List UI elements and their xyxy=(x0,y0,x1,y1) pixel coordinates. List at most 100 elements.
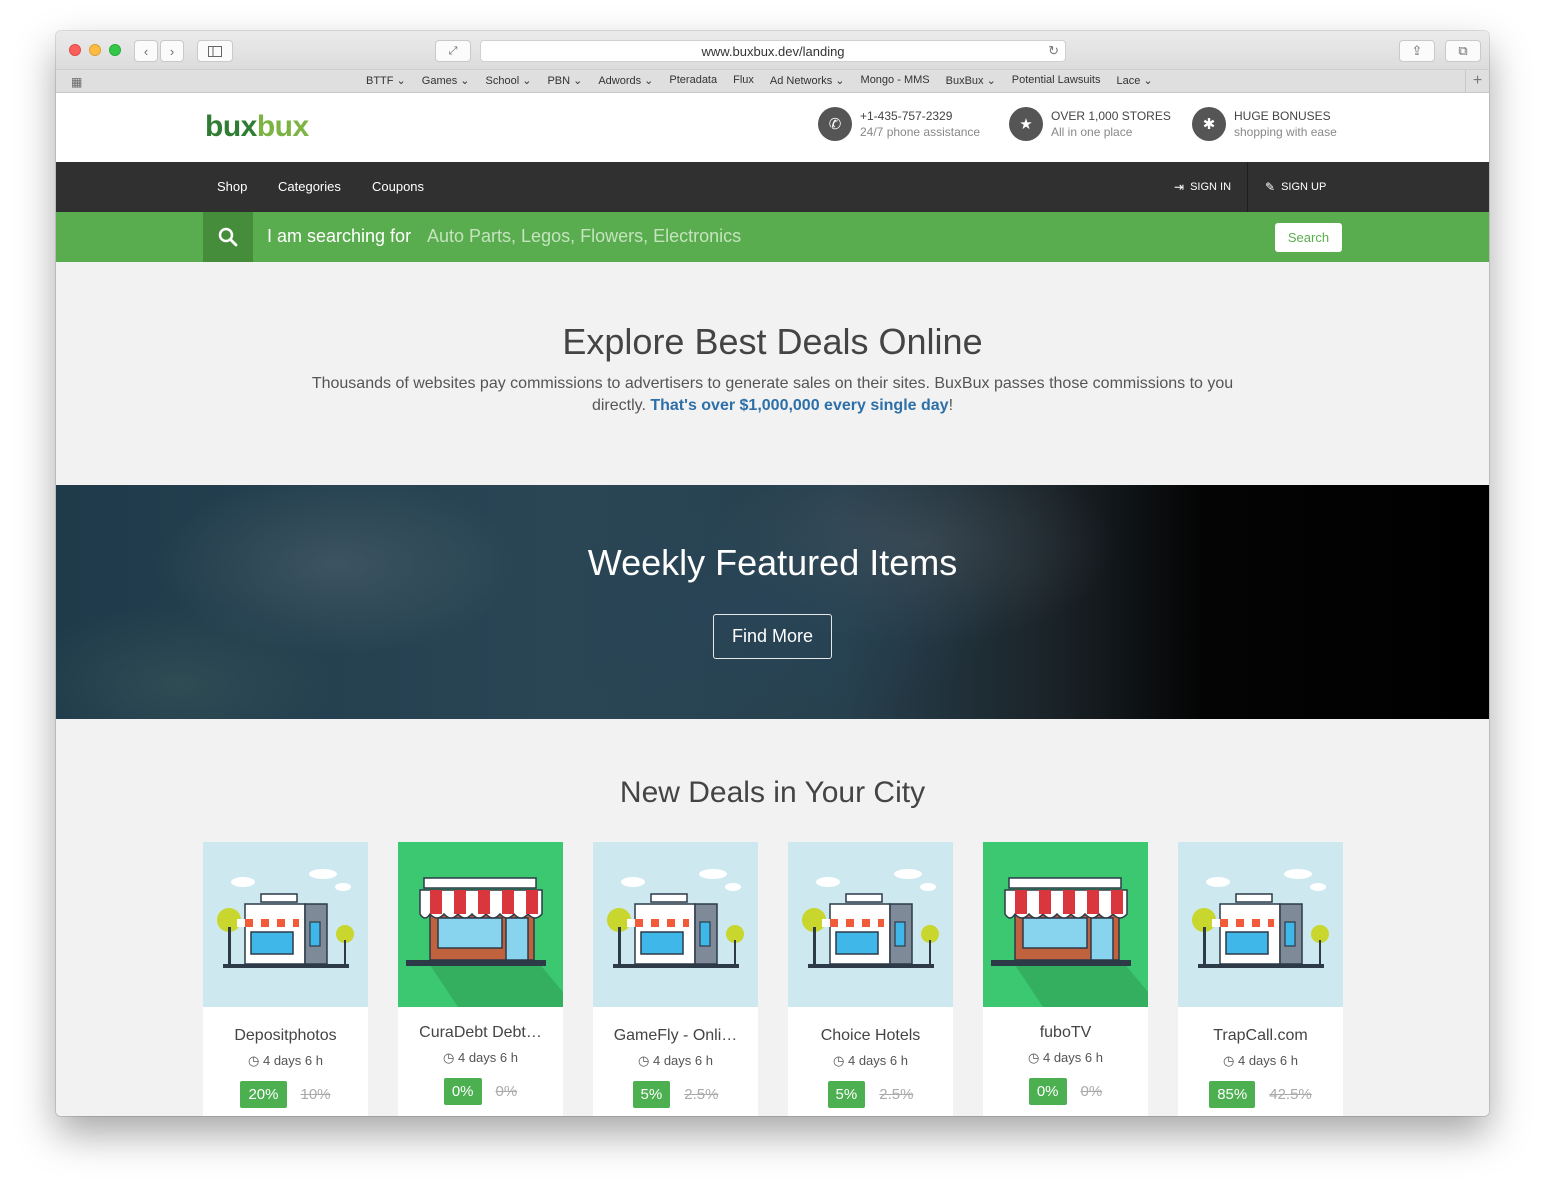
old-rate: 2.5% xyxy=(684,1086,719,1103)
deal-time: ◷ 4 days 6 h xyxy=(833,1053,908,1068)
nav-divider xyxy=(1247,162,1248,212)
site-logo[interactable]: buxbux xyxy=(205,110,309,144)
address-bar[interactable]: www.buxbux.dev/landing ↻ xyxy=(480,40,1066,62)
back-button[interactable]: ‹ xyxy=(134,40,158,62)
stores-subtitle: All in one place xyxy=(1051,125,1133,139)
sidebar-icon xyxy=(208,45,222,57)
search-input[interactable] xyxy=(427,226,1047,247)
zoom-window-button[interactable] xyxy=(109,44,121,56)
deal-store-name[interactable]: fuboTV xyxy=(983,1024,1148,1042)
site-header: buxbux ✆ +1-435-757-2329 24/7 phone assis… xyxy=(56,93,1489,162)
cashback-badge: 5% xyxy=(632,1081,671,1108)
explore-title: Explore Best Deals Online xyxy=(562,321,983,362)
chevron-right-icon: › xyxy=(169,43,175,59)
store-image[interactable] xyxy=(203,842,368,1007)
old-rate: 0% xyxy=(1080,1083,1103,1100)
deal-card[interactable]: TrapCall.com ◷ 4 days 6 h 85% 42.5% xyxy=(1178,842,1343,1116)
deal-rates: 5% 2.5% xyxy=(593,1081,758,1108)
phone-icon: ✆ xyxy=(818,107,852,141)
clock-icon: ◷ xyxy=(638,1053,650,1068)
clock-icon: ◷ xyxy=(248,1053,260,1068)
bookmark-item[interactable]: Games ⌄ xyxy=(422,74,470,87)
bookmark-item[interactable]: PBN ⌄ xyxy=(547,74,582,87)
tabs-button[interactable]: ⧉ xyxy=(1445,40,1481,62)
bookmark-item[interactable]: Pteradata xyxy=(669,74,717,87)
phone-info: ✆ +1-435-757-2329 24/7 phone assistance xyxy=(818,107,980,141)
bookmark-item[interactable]: Adwords ⌄ xyxy=(598,74,653,87)
expand-icon: ⤢ xyxy=(448,44,458,57)
plus-icon[interactable]: + xyxy=(1465,70,1489,93)
reload-icon[interactable]: ↻ xyxy=(1048,43,1059,59)
deal-store-name[interactable]: CuraDebt Debt… xyxy=(398,1024,563,1042)
store-image[interactable] xyxy=(788,842,953,1007)
deal-card[interactable]: Depositphotos ◷ 4 days 6 h 20% 10% xyxy=(203,842,368,1116)
bookmark-list: BTTF ⌄ Games ⌄ School ⌄ PBN ⌄ Adwords ⌄ … xyxy=(366,74,1153,87)
explore-text: Thousands of websites pay commissions to… xyxy=(311,375,1234,414)
sidebar-toggle-button[interactable] xyxy=(197,40,233,62)
deal-time: ◷ 4 days 6 h xyxy=(248,1053,323,1068)
tabs-icon: ⧉ xyxy=(1458,43,1468,58)
deal-rates: 0% 0% xyxy=(398,1078,563,1105)
cashback-badge: 20% xyxy=(240,1081,287,1108)
share-button[interactable]: ⇪ xyxy=(1399,40,1435,62)
bonuses-info: ✱ HUGE BONUSES shopping with ease xyxy=(1192,107,1337,141)
search-icon[interactable] xyxy=(203,212,253,262)
clock-icon: ◷ xyxy=(833,1053,845,1068)
sign-up-link[interactable]: ✎ SIGN UP xyxy=(1265,180,1326,194)
bookmark-item[interactable]: BuxBux ⌄ xyxy=(946,74,996,87)
forward-button[interactable]: › xyxy=(160,40,184,62)
fullscreen-button[interactable]: ⤢ xyxy=(435,40,471,62)
old-rate: 10% xyxy=(300,1086,331,1103)
search-button[interactable]: Search xyxy=(1275,223,1342,252)
new-deals-title: New Deals in Your City xyxy=(619,776,926,809)
clock-icon: ◷ xyxy=(1028,1050,1040,1065)
url-text: www.buxbux.dev/landing xyxy=(701,43,845,59)
store-image[interactable] xyxy=(1178,842,1343,1007)
nav-shop[interactable]: Shop xyxy=(217,179,247,194)
asterisk-icon: ✱ xyxy=(1192,107,1226,141)
bookmark-item[interactable]: Ad Networks ⌄ xyxy=(770,74,845,87)
cashback-badge: 0% xyxy=(443,1078,482,1105)
deal-store-name[interactable]: Depositphotos xyxy=(203,1027,368,1045)
deal-time: ◷ 4 days 6 h xyxy=(1223,1053,1298,1068)
close-window-button[interactable] xyxy=(69,44,81,56)
sign-in-link[interactable]: ⇥ SIGN IN xyxy=(1174,180,1231,194)
deal-card[interactable]: fuboTV ◷ 4 days 6 h 0% 0% xyxy=(983,842,1148,1116)
bookmark-item[interactable]: Mongo - MMS xyxy=(861,74,930,87)
deal-store-name[interactable]: GameFly - Onli… xyxy=(593,1027,758,1045)
minimize-window-button[interactable] xyxy=(89,44,101,56)
sign-in-icon: ⇥ xyxy=(1174,180,1185,194)
deal-store-name[interactable]: Choice Hotels xyxy=(788,1027,953,1045)
deal-time: ◷ 4 days 6 h xyxy=(443,1050,518,1065)
browser-window: ‹ › ⤢ www.buxbux.dev/landing ↻ ⇪ ⧉ ▦ BTT… xyxy=(56,31,1489,1116)
deal-time: ◷ 4 days 6 h xyxy=(638,1053,713,1068)
star-icon: ★ xyxy=(1009,107,1043,141)
deal-card[interactable]: GameFly - Onli… ◷ 4 days 6 h 5% 2.5% xyxy=(593,842,758,1116)
nav-coupons[interactable]: Coupons xyxy=(372,179,424,194)
store-image[interactable] xyxy=(398,842,563,1007)
bookmark-item[interactable]: Potential Lawsuits xyxy=(1012,74,1101,87)
bookmark-item[interactable]: Flux xyxy=(733,74,754,87)
store-image[interactable] xyxy=(983,842,1148,1007)
grid-icon[interactable]: ▦ xyxy=(71,75,82,89)
find-more-button[interactable]: Find More xyxy=(713,614,832,659)
deal-rates: 5% 2.5% xyxy=(788,1081,953,1108)
deal-rates: 20% 10% xyxy=(203,1081,368,1108)
featured-title: Weekly Featured Items xyxy=(587,542,958,583)
bookmark-item[interactable]: BTTF ⌄ xyxy=(366,74,406,87)
bookmark-item[interactable]: Lace ⌄ xyxy=(1116,74,1152,87)
share-icon: ⇪ xyxy=(1411,43,1423,58)
deal-store-name[interactable]: TrapCall.com xyxy=(1178,1027,1343,1045)
bookmark-item[interactable]: School ⌄ xyxy=(486,74,532,87)
deal-rates: 0% 0% xyxy=(983,1078,1148,1105)
store-image[interactable] xyxy=(593,842,758,1007)
phone-number: +1-435-757-2329 xyxy=(860,109,953,123)
cashback-badge: 0% xyxy=(1028,1078,1067,1105)
bonuses-subtitle: shopping with ease xyxy=(1234,125,1337,139)
deal-card[interactable]: Choice Hotels ◷ 4 days 6 h 5% 2.5% xyxy=(788,842,953,1116)
old-rate: 0% xyxy=(495,1083,518,1100)
clock-icon: ◷ xyxy=(1223,1053,1235,1068)
nav-categories[interactable]: Categories xyxy=(278,179,341,194)
deal-card[interactable]: CuraDebt Debt… ◷ 4 days 6 h 0% 0% xyxy=(398,842,563,1116)
deal-rates: 85% 42.5% xyxy=(1178,1081,1343,1108)
